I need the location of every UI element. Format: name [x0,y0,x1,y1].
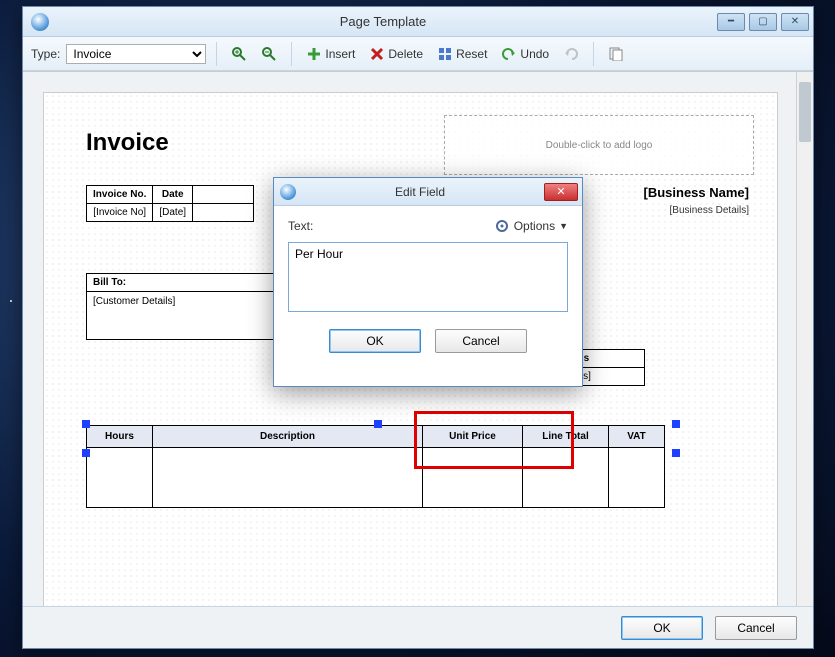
col-hours[interactable]: Hours [87,426,153,448]
zoom-in-icon [231,46,247,62]
minimize-button[interactable]: ━ [717,13,745,31]
dialog-close-button[interactable]: ✕ [544,183,578,201]
selection-handle[interactable] [374,420,382,428]
app-icon [280,184,296,200]
text-label: Text: [288,219,313,233]
app-icon [31,13,49,31]
type-label: Type: [31,47,60,61]
toolbar: Type: Invoice Insert Delete Reset Undo [23,37,813,71]
insert-button[interactable]: Insert [302,44,359,64]
bottom-bar: OK Cancel [23,606,813,648]
redo-icon [563,46,579,62]
selection-handle[interactable] [82,420,90,428]
reset-icon [437,46,453,62]
reset-button[interactable]: Reset [433,44,491,64]
invoice-header-table[interactable]: Invoice No. Date Due Date [Invoice No] [… [86,185,254,222]
line-items-grid[interactable]: Hours Description Unit Price Line Total … [86,425,665,508]
options-dropdown[interactable]: Options ▼ [494,218,568,234]
x-icon [369,46,385,62]
ok-button[interactable]: OK [621,616,703,640]
selection-handle[interactable] [672,449,680,457]
gear-icon [494,218,510,234]
col-date[interactable]: Date [153,186,193,204]
delete-button[interactable]: Delete [365,44,427,64]
dialog-cancel-button[interactable]: Cancel [435,329,527,353]
maximize-button[interactable]: ▢ [749,13,777,31]
col-unit-price[interactable]: Unit Price [423,426,523,448]
redo-button[interactable] [559,44,583,64]
chevron-down-icon: ▼ [559,221,568,231]
undo-icon [501,46,517,62]
business-details[interactable]: [Business Details] [670,205,749,216]
copy-icon [608,46,624,62]
plus-icon [306,46,322,62]
vertical-scrollbar[interactable] [796,72,813,606]
dialog-ok-button[interactable]: OK [329,329,421,353]
invoice-heading[interactable]: Invoice [86,129,169,157]
zoom-out-button[interactable] [257,44,281,64]
col-line-total[interactable]: Line Total [523,426,609,448]
table-row[interactable] [87,448,665,508]
titlebar: Page Template ━ ▢ ✕ [23,7,813,37]
edit-field-dialog: Edit Field ✕ Text: Options ▼ OK Cancel [273,177,583,387]
zoom-in-button[interactable] [227,44,251,64]
scrollbar-thumb[interactable] [799,82,811,142]
selection-handle[interactable] [82,449,90,457]
dialog-title: Edit Field [296,185,544,199]
col-invoice-no[interactable]: Invoice No. [87,186,153,204]
dialog-titlebar: Edit Field ✕ [274,178,582,206]
window-title: Page Template [49,14,717,29]
copy-button[interactable] [604,44,628,64]
col-description[interactable]: Description [153,426,423,448]
col-vat[interactable]: VAT [609,426,665,448]
page-template-window: Page Template ━ ▢ ✕ Type: Invoice Insert… [22,6,814,649]
zoom-out-icon [261,46,277,62]
business-name[interactable]: [Business Name] [644,185,749,200]
text-input[interactable] [288,242,568,312]
logo-placeholder[interactable]: Double-click to add logo [444,115,754,175]
undo-button[interactable]: Undo [497,44,553,64]
cancel-button[interactable]: Cancel [715,616,797,640]
type-select[interactable]: Invoice [66,44,206,64]
selection-handle[interactable] [672,420,680,428]
close-button[interactable]: ✕ [781,13,809,31]
